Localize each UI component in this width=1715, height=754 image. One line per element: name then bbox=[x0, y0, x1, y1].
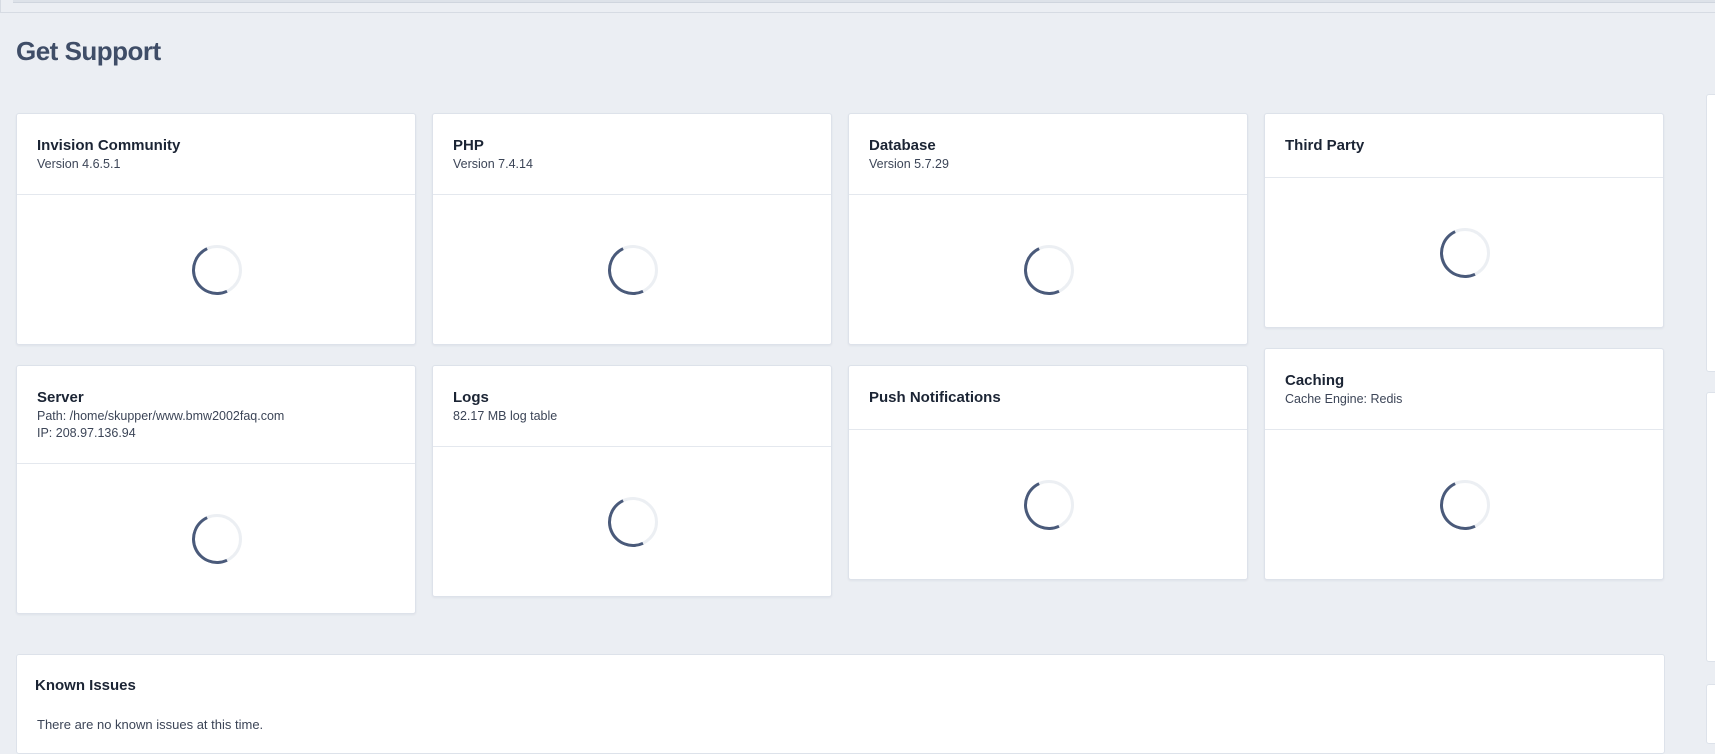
card-title: Logs bbox=[453, 389, 489, 406]
card-server: Server Path: /home/skupper/www.bmw2002fa… bbox=[16, 365, 416, 614]
card-title: Invision Community bbox=[37, 137, 181, 154]
top-bar-edge bbox=[0, 0, 1, 13]
card-version: Version 7.4.14 bbox=[453, 157, 533, 171]
card-path: Path: /home/skupper/www.bmw2002faq.com bbox=[37, 409, 285, 423]
card-database: Database Version 5.7.29 bbox=[848, 113, 1248, 345]
card-version: Version 5.7.29 bbox=[869, 157, 949, 171]
loading-spinner-icon bbox=[600, 489, 666, 555]
card-version: Version 4.6.5.1 bbox=[37, 157, 121, 171]
card-title: Third Party bbox=[1285, 137, 1365, 154]
card-log-size: 82.17 MB log table bbox=[453, 409, 558, 423]
card-title: PHP bbox=[453, 137, 484, 154]
loading-spinner-icon bbox=[1432, 472, 1498, 538]
loading-spinner-icon bbox=[184, 237, 250, 303]
card-php: PHP Version 7.4.14 bbox=[432, 113, 832, 345]
card-title: Database bbox=[869, 137, 936, 154]
known-issues-card: Known Issues There are no known issues a… bbox=[16, 654, 1665, 754]
side-panel-edge bbox=[1706, 392, 1715, 662]
side-panel-edge bbox=[1706, 684, 1715, 744]
card-ip: IP: 208.97.136.94 bbox=[37, 426, 136, 440]
top-bar bbox=[0, 0, 1715, 13]
side-panel-edge bbox=[1706, 94, 1715, 372]
loading-spinner-icon bbox=[184, 506, 250, 572]
top-bar-strip bbox=[13, 0, 1715, 3]
card-push-notifications: Push Notifications bbox=[848, 365, 1248, 580]
page-title: Get Support bbox=[16, 36, 161, 66]
loading-spinner-icon bbox=[600, 237, 666, 303]
card-title: Caching bbox=[1285, 372, 1345, 389]
loading-spinner-icon bbox=[1016, 237, 1082, 303]
known-issues-message: There are no known issues at this time. bbox=[37, 717, 264, 732]
card-invision-community: Invision Community Version 4.6.5.1 bbox=[16, 113, 416, 345]
card-title: Server bbox=[37, 389, 84, 406]
loading-spinner-icon bbox=[1432, 220, 1498, 286]
card-cache-engine: Cache Engine: Redis bbox=[1285, 392, 1403, 406]
loading-spinner-icon bbox=[1016, 472, 1082, 538]
known-issues-title: Known Issues bbox=[35, 677, 136, 694]
card-logs: Logs 82.17 MB log table bbox=[432, 365, 832, 597]
card-title: Push Notifications bbox=[869, 389, 1001, 406]
card-caching: Caching Cache Engine: Redis bbox=[1264, 348, 1664, 580]
card-third-party: Third Party bbox=[1264, 113, 1664, 328]
